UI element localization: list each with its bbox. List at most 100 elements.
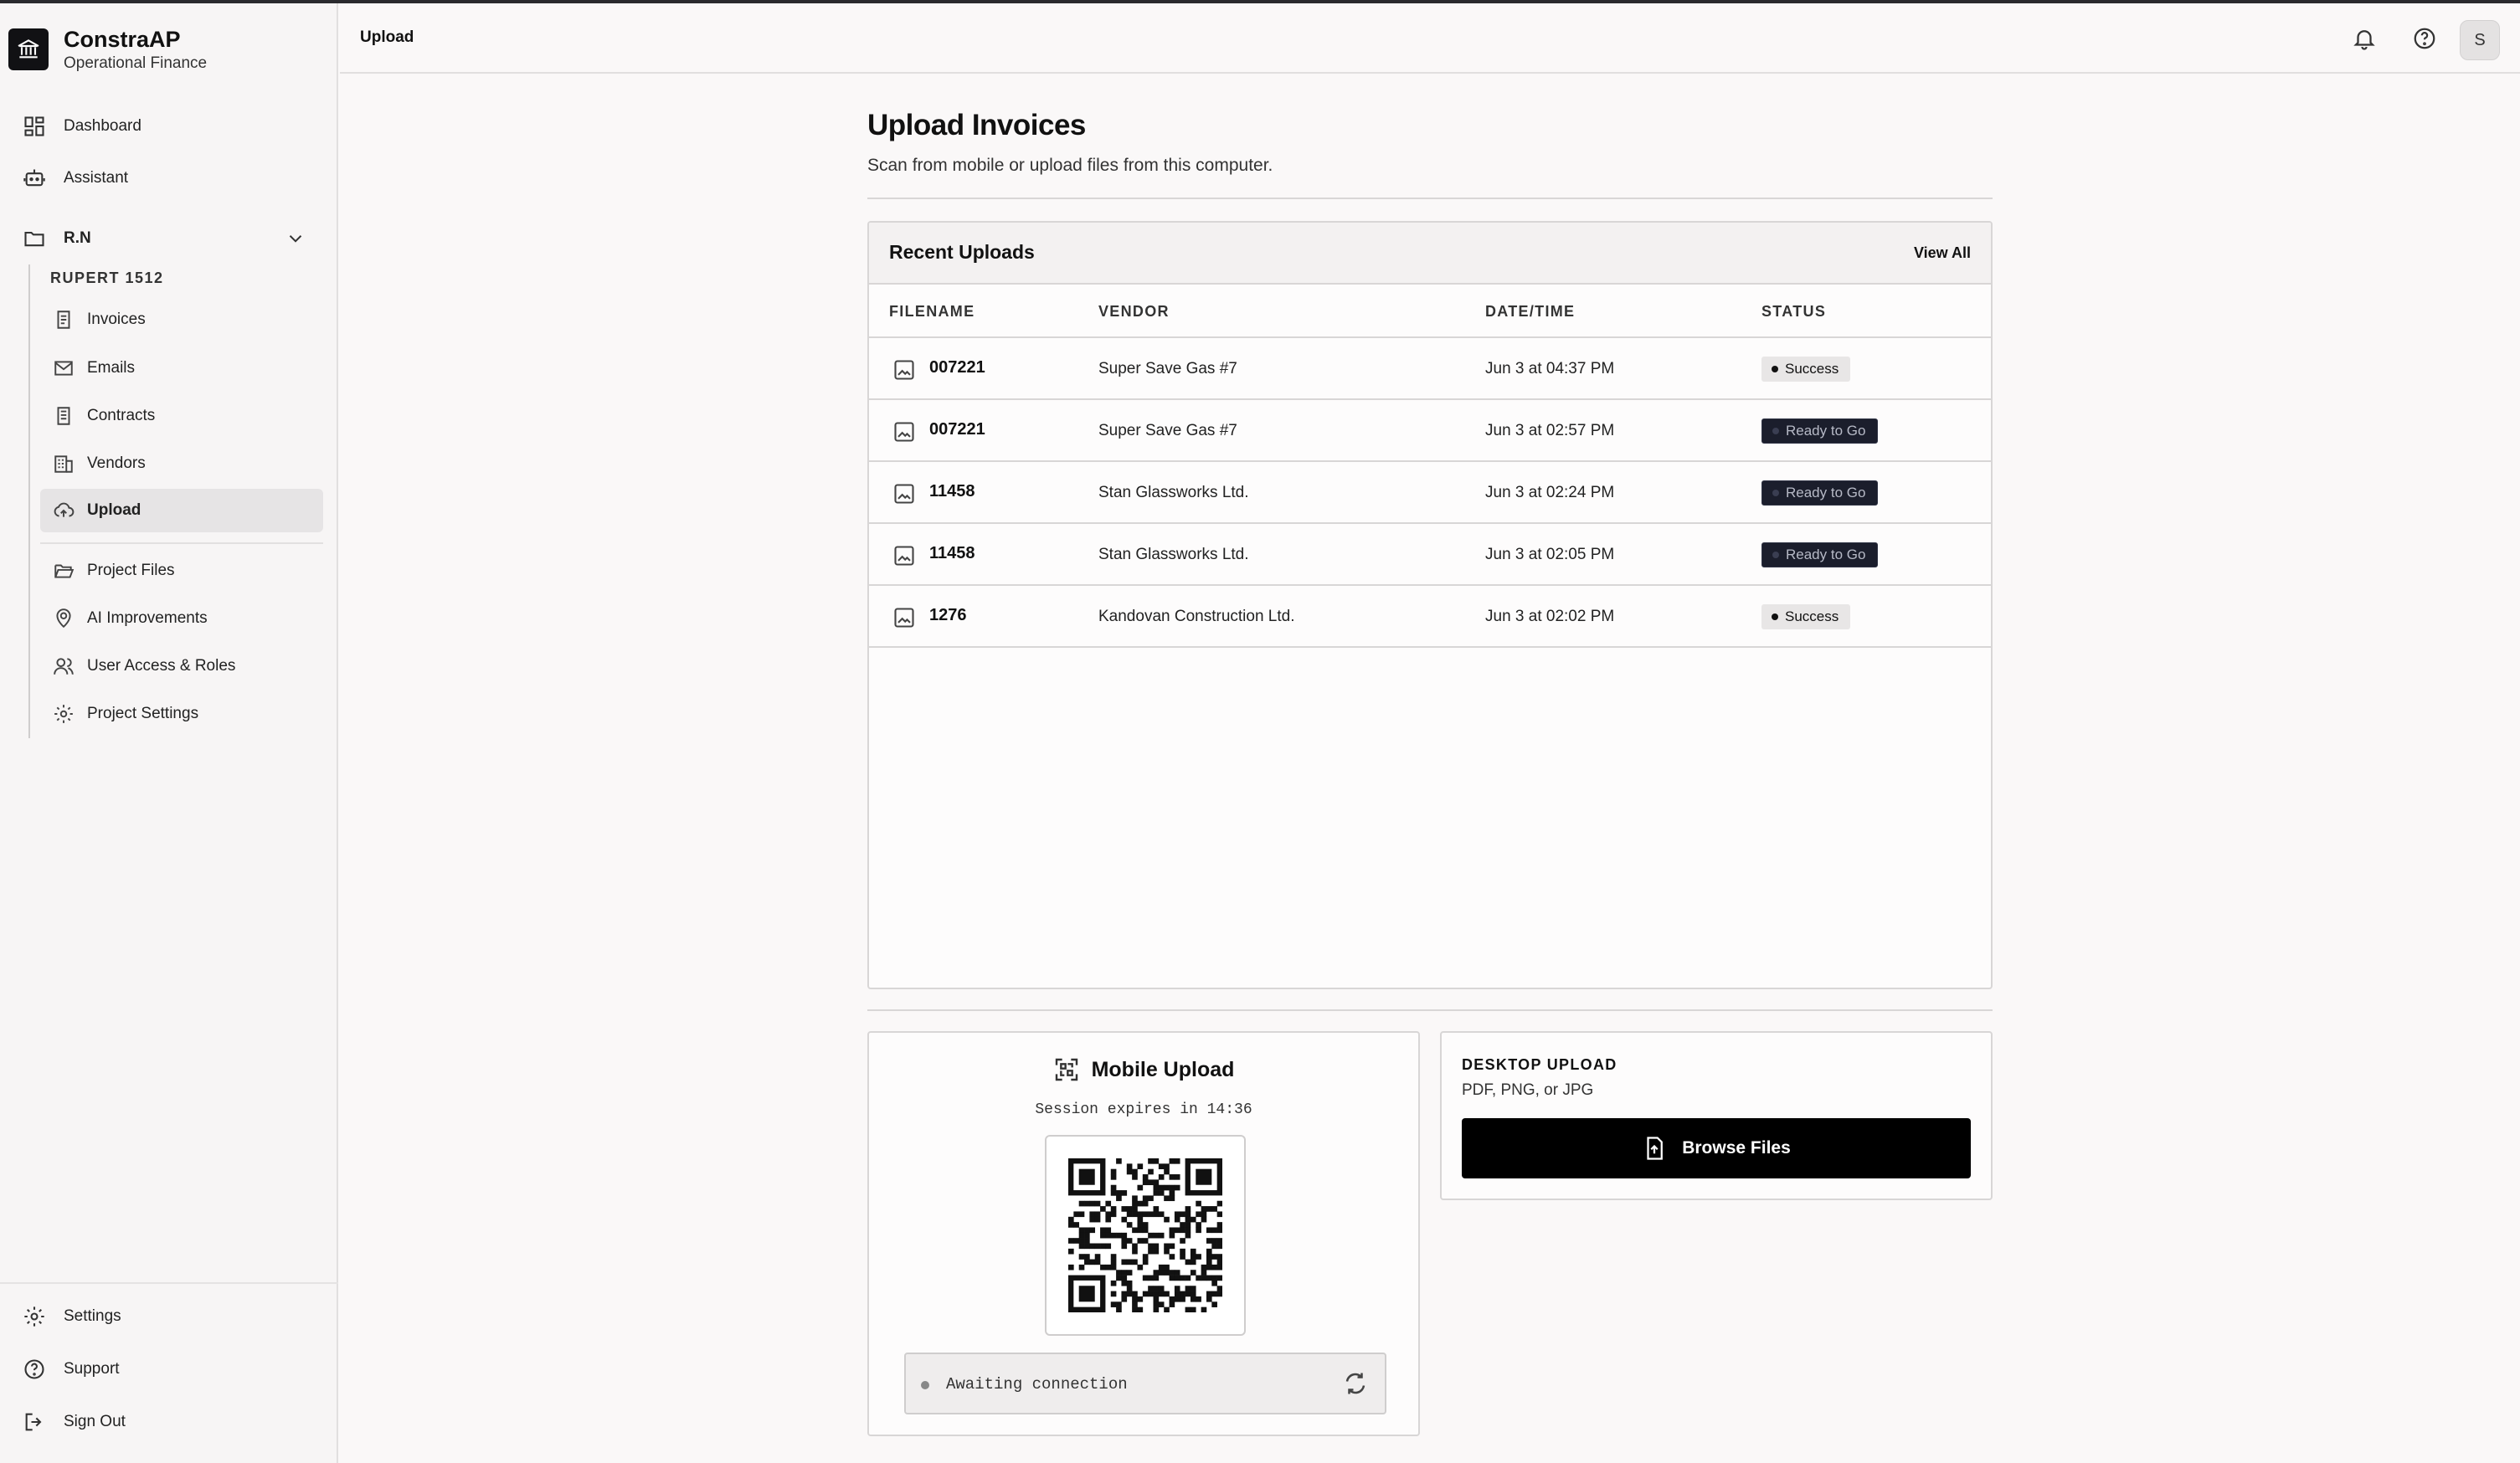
browse-files-button[interactable]: Browse Files bbox=[1462, 1118, 1971, 1178]
refresh-button[interactable] bbox=[1343, 1371, 1370, 1398]
image-file-icon bbox=[892, 420, 916, 444]
col-status[interactable]: STATUS bbox=[1761, 303, 1826, 321]
nav-sign-out[interactable]: Sign Out bbox=[22, 1401, 126, 1443]
folder-label: R.N bbox=[64, 229, 91, 247]
nav-sign-out-label: Sign Out bbox=[64, 1413, 126, 1430]
nav-vendors[interactable]: Vendors bbox=[40, 442, 323, 485]
title-divider bbox=[867, 198, 1993, 199]
view-all-link[interactable]: View All bbox=[1914, 244, 1971, 262]
recent-uploads-card: Recent Uploads View All FILENAME VENDOR … bbox=[867, 221, 1993, 989]
help-icon bbox=[2414, 28, 2435, 49]
row-vendor: Kandovan Construction Ltd. bbox=[1098, 608, 1295, 625]
help-icon bbox=[22, 1357, 47, 1382]
nav-upload[interactable]: Upload bbox=[40, 489, 323, 532]
top-header: Upload S bbox=[340, 3, 2520, 74]
row-vendor: Stan Glassworks Ltd. bbox=[1098, 546, 1249, 563]
avatar[interactable]: S bbox=[2460, 20, 2500, 60]
nav-contracts[interactable]: Contracts bbox=[40, 394, 323, 438]
invoice-icon bbox=[52, 308, 75, 331]
brand[interactable]: ConstraAP Operational Finance bbox=[8, 25, 207, 74]
nav-user-access[interactable]: User Access & Roles bbox=[40, 644, 323, 688]
session-timer: Session expires in 14:36 bbox=[1035, 1101, 1252, 1118]
nav-dashboard[interactable]: Dashboard bbox=[22, 105, 141, 147]
row-datetime: Jun 3 at 02:24 PM bbox=[1485, 484, 1615, 501]
brand-subtitle: Operational Finance bbox=[64, 54, 208, 72]
col-filename[interactable]: FILENAME bbox=[889, 303, 975, 321]
project-label: RUPERT 1512 bbox=[50, 270, 164, 286]
table-row[interactable]: 007221 Super Save Gas #7 Jun 3 at 02:57 … bbox=[869, 400, 1991, 462]
connection-status-text: Awaiting connection bbox=[946, 1375, 1128, 1394]
file-upload-icon bbox=[1647, 1137, 1664, 1160]
bell-icon bbox=[2353, 30, 2375, 50]
nav-project-files[interactable]: Project Files bbox=[40, 549, 323, 593]
sidebar: ConstraAP Operational Finance Dashboard … bbox=[0, 3, 338, 1463]
image-file-icon bbox=[892, 482, 916, 506]
folder-open-icon bbox=[52, 559, 75, 583]
tree-line bbox=[28, 264, 30, 738]
robot-icon bbox=[22, 166, 47, 191]
table-row[interactable]: 007221 Super Save Gas #7 Jun 3 at 04:37 … bbox=[869, 338, 1991, 400]
table-row[interactable]: 11458 Stan Glassworks Ltd. Jun 3 at 02:2… bbox=[869, 462, 1991, 524]
notifications-button[interactable] bbox=[2348, 22, 2381, 55]
row-datetime: Jun 3 at 04:37 PM bbox=[1485, 360, 1615, 377]
ai-pin-icon bbox=[52, 607, 75, 630]
image-file-icon bbox=[892, 358, 916, 382]
row-vendor: Super Save Gas #7 bbox=[1098, 360, 1237, 377]
nav-emails-label: Emails bbox=[87, 359, 136, 377]
status-dot bbox=[921, 1381, 929, 1389]
qr-code bbox=[1045, 1135, 1246, 1336]
row-filename: 11458 bbox=[929, 544, 975, 562]
status-badge-label: Ready to Go bbox=[1786, 485, 1866, 501]
status-badge: Ready to Go bbox=[1761, 418, 1879, 444]
nav-project-settings[interactable]: Project Settings bbox=[40, 692, 323, 736]
desktop-upload-card: DESKTOP UPLOAD PDF, PNG, or JPG Browse F… bbox=[1440, 1031, 1993, 1200]
browse-files-label: Browse Files bbox=[1682, 1138, 1791, 1158]
help-button[interactable] bbox=[2408, 22, 2441, 55]
nav-assistant-label: Assistant bbox=[64, 169, 129, 187]
status-badge-label: Success bbox=[1785, 361, 1839, 377]
nav-support-label: Support bbox=[64, 1360, 120, 1378]
nav-ai-improvements[interactable]: AI Improvements bbox=[40, 597, 323, 640]
nav-invoices[interactable]: Invoices bbox=[40, 298, 323, 341]
gear-icon bbox=[52, 702, 75, 726]
nav-settings[interactable]: Settings bbox=[22, 1296, 121, 1337]
cloud-upload-icon bbox=[52, 499, 75, 522]
mobile-upload-card: Mobile Upload Session expires in 14:36 A… bbox=[867, 1031, 1420, 1436]
status-badge-label: Ready to Go bbox=[1786, 547, 1866, 562]
qr-scan-icon bbox=[1055, 1058, 1077, 1081]
status-badge: Success bbox=[1761, 604, 1851, 629]
nav-dashboard-label: Dashboard bbox=[64, 117, 141, 135]
nav-support[interactable]: Support bbox=[22, 1348, 120, 1390]
chevron-down-icon bbox=[285, 228, 306, 254]
gear-icon bbox=[22, 1304, 47, 1329]
nav-project-files-label: Project Files bbox=[87, 562, 175, 579]
row-datetime: Jun 3 at 02:05 PM bbox=[1485, 546, 1615, 563]
image-file-icon bbox=[892, 606, 916, 629]
page-subtitle: Scan from mobile or upload files from th… bbox=[867, 156, 1273, 175]
desktop-upload-title: DESKTOP UPLOAD bbox=[1462, 1056, 1617, 1073]
recent-uploads-title: Recent Uploads bbox=[889, 241, 1035, 263]
col-vendor[interactable]: VENDOR bbox=[1098, 303, 1170, 321]
col-datetime[interactable]: DATE/TIME bbox=[1485, 303, 1575, 321]
nav-emails[interactable]: Emails bbox=[40, 346, 323, 390]
status-badge-label: Success bbox=[1785, 608, 1839, 624]
table-row[interactable]: 1276 Kandovan Construction Ltd. Jun 3 at… bbox=[869, 586, 1991, 648]
sidebar-bottom-divider bbox=[0, 1282, 338, 1284]
row-vendor: Super Save Gas #7 bbox=[1098, 422, 1237, 439]
folder-toggle[interactable]: R.N bbox=[22, 218, 306, 259]
status-badge: Success bbox=[1761, 357, 1851, 382]
nav-contracts-label: Contracts bbox=[87, 407, 156, 424]
row-datetime: Jun 3 at 02:02 PM bbox=[1485, 608, 1615, 625]
section-divider bbox=[867, 1009, 1993, 1011]
table-row[interactable]: 11458 Stan Glassworks Ltd. Jun 3 at 02:0… bbox=[869, 524, 1991, 586]
dashboard-icon bbox=[22, 114, 47, 139]
brand-name: ConstraAP bbox=[64, 27, 181, 52]
recent-uploads-header: Recent Uploads View All bbox=[869, 223, 1991, 285]
sidebar-divider bbox=[40, 542, 323, 544]
nav-assistant[interactable]: Assistant bbox=[22, 157, 128, 199]
header-title: Upload bbox=[360, 28, 414, 46]
status-badge-label: Ready to Go bbox=[1786, 423, 1866, 439]
nav-settings-label: Settings bbox=[64, 1307, 121, 1325]
refresh-icon bbox=[1345, 1373, 1365, 1394]
status-badge: Ready to Go bbox=[1761, 480, 1879, 506]
